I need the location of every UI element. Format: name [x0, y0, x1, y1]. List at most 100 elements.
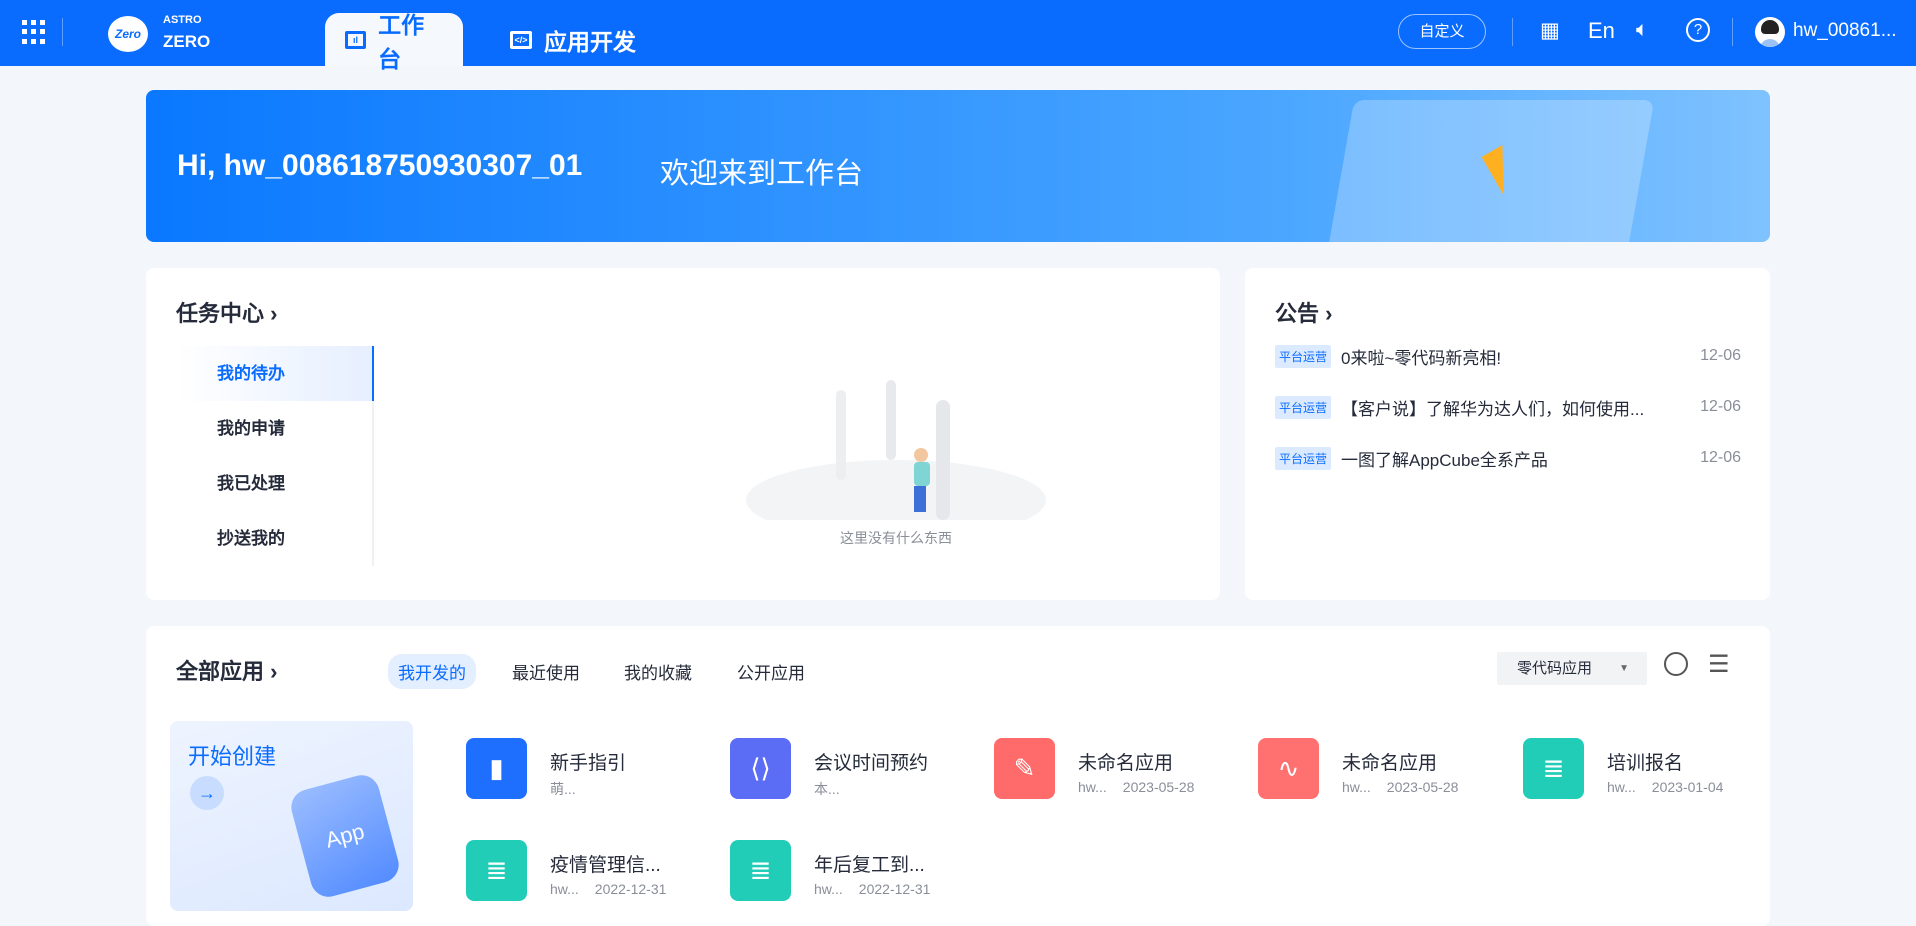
pulse-icon: ∿ — [1258, 738, 1319, 799]
divider — [62, 18, 63, 46]
app-name: 未命名应用 — [1342, 748, 1437, 775]
app-meta: 本... — [814, 779, 840, 799]
app-name: 培训报名 — [1607, 748, 1683, 775]
app-grid-icon[interactable] — [22, 20, 46, 44]
app-type-select[interactable]: 零代码应用 — [1497, 652, 1647, 685]
app-date: 2022-12-31 — [859, 881, 931, 897]
top-bar: Zero ASTRO ZERO ıl工作台 </>应用开发 自定义 ▦ En 🔈… — [0, 0, 1916, 66]
notice-card: 公告 › 平台运营0来啦~零代码新亮相!12-06 平台运营【客户说】了解华为达… — [1245, 268, 1770, 600]
tab-public[interactable]: 公开应用 — [727, 654, 815, 689]
app-item[interactable]: ⟨⟩ 会议时间预约 本... — [730, 738, 994, 800]
avatar[interactable] — [1755, 17, 1785, 47]
welcome-banner: Hi, hw_008618750930307_01 欢迎来到工作台 — [146, 90, 1770, 242]
greeting: Hi, hw_008618750930307_01 — [177, 149, 582, 183]
empty-illustration-icon — [746, 360, 1046, 520]
app-name: 未命名应用 — [1078, 748, 1173, 775]
app-owner: 萌... — [550, 781, 576, 797]
search-icon[interactable] — [1664, 652, 1688, 676]
app-meta: hw... 2022-12-31 — [550, 881, 666, 897]
tab-label: 工作台 — [378, 6, 443, 74]
chevron-right-icon: › — [270, 301, 277, 326]
tab-workbench[interactable]: ıl工作台 — [325, 13, 463, 66]
app-name: 年后复工到... — [814, 850, 925, 877]
app-date: 2022-12-31 — [595, 881, 667, 897]
task-center-card: 任务中心 › 我的待办 我的申请 我已处理 抄送我的 这里没有什么东西 — [146, 268, 1220, 600]
username[interactable]: hw_00861... — [1793, 20, 1897, 42]
logo-text-bottom: ZERO — [163, 32, 210, 52]
notice-tag: 平台运营 — [1275, 345, 1331, 368]
language-toggle[interactable]: En — [1588, 18, 1615, 44]
app-item[interactable]: ≣ 年后复工到... hw...2022-12-31 — [730, 840, 994, 902]
notice-item[interactable]: 平台运营【客户说】了解华为达人们，如何使用...12-06 — [1275, 395, 1741, 419]
notice-text: 0来啦~零代码新亮相! — [1341, 344, 1700, 369]
app-item[interactable]: ≣ 疫情管理信... hw... 2022-12-31 — [466, 840, 730, 902]
notice-date: 12-06 — [1700, 449, 1741, 467]
divider — [1732, 18, 1733, 46]
app-owner: hw... — [1078, 779, 1107, 795]
app-owner: hw... — [1607, 779, 1636, 795]
app-date: 2023-05-28 — [1387, 779, 1459, 795]
help-icon[interactable]: ? — [1686, 18, 1710, 42]
form-icon: ≣ — [730, 840, 791, 901]
tab-my-developed[interactable]: 我开发的 — [388, 654, 476, 689]
app-meta: 萌... — [550, 779, 576, 799]
app-owner: 本... — [814, 781, 840, 797]
app-item[interactable]: ≣ 培训报名 hw... 2023-01-04 — [1523, 738, 1787, 800]
empty-state: 这里没有什么东西 — [746, 360, 1046, 540]
syringe-icon: ✎ — [994, 738, 1055, 799]
app-date: 2023-05-28 — [1123, 779, 1195, 795]
start-create-label: 开始创建 — [188, 739, 276, 771]
tab-label: 应用开发 — [544, 23, 636, 57]
empty-text: 这里没有什么东西 — [746, 528, 1046, 548]
notice-tag: 平台运营 — [1275, 447, 1331, 470]
app-name: 新手指引 — [550, 748, 626, 775]
task-menu: 我的待办 我的申请 我已处理 抄送我的 — [176, 346, 374, 566]
logo[interactable]: Zero — [108, 16, 148, 52]
app-date: 2023-01-04 — [1652, 779, 1724, 795]
speaker-icon[interactable]: 🔈︎ — [1636, 18, 1649, 42]
task-menu-todo[interactable]: 我的待办 — [176, 346, 374, 401]
app-cube-illustration: App — [287, 771, 402, 901]
notice-title[interactable]: 公告 › — [1275, 296, 1332, 328]
app-item[interactable]: ▮ 新手指引 萌... — [466, 738, 730, 800]
customize-button[interactable]: 自定义 — [1398, 14, 1486, 49]
qrcode-icon[interactable]: ▦ — [1540, 18, 1560, 43]
app-name: 疫情管理信... — [550, 850, 661, 877]
sort-icon[interactable]: ☰ — [1708, 650, 1730, 679]
bookmark-icon: ▮ — [466, 738, 527, 799]
chevron-right-icon: › — [270, 659, 277, 684]
logo-text-top: ASTRO — [163, 14, 202, 26]
code-icon: ⟨⟩ — [730, 738, 791, 799]
notice-item[interactable]: 平台运营 0来啦~零代码新亮相!12-06 — [1275, 344, 1741, 368]
form-icon: ≣ — [1523, 738, 1584, 799]
all-apps-title[interactable]: 全部应用 › — [176, 654, 277, 686]
monitor-chart-icon: ıl — [345, 31, 366, 49]
notice-text: 一图了解AppCube全系产品 — [1341, 446, 1700, 471]
task-menu-applications[interactable]: 我的申请 — [176, 401, 374, 456]
title-text: 公告 — [1275, 301, 1319, 326]
arrow-right-icon[interactable]: → — [190, 776, 224, 810]
task-menu-processed[interactable]: 我已处理 — [176, 456, 374, 511]
tab-recent[interactable]: 最近使用 — [502, 654, 590, 689]
tab-app-dev[interactable]: </>应用开发 — [490, 13, 656, 66]
app-meta: hw...2022-12-31 — [814, 881, 930, 897]
notice-tag: 平台运营 — [1275, 396, 1331, 419]
task-menu-cc[interactable]: 抄送我的 — [176, 511, 374, 566]
notice-date: 12-06 — [1700, 347, 1741, 365]
task-center-title[interactable]: 任务中心 › — [176, 296, 277, 328]
chevron-right-icon: › — [1325, 301, 1332, 326]
notice-item[interactable]: 平台运营一图了解AppCube全系产品12-06 — [1275, 446, 1741, 470]
welcome-text: 欢迎来到工作台 — [660, 150, 863, 192]
app-meta: hw... 2023-05-28 — [1078, 779, 1194, 795]
app-owner: hw... — [1342, 779, 1371, 795]
app-owner: hw... — [550, 881, 579, 897]
start-create-card[interactable]: 开始创建 → App — [170, 721, 413, 911]
app-meta: hw... 2023-01-04 — [1607, 779, 1723, 795]
form-icon: ≣ — [466, 840, 527, 901]
title-text: 全部应用 — [176, 659, 264, 684]
notice-text: 【客户说】了解华为达人们，如何使用... — [1341, 395, 1700, 420]
app-item[interactable]: ∿ 未命名应用 hw... 2023-05-28 — [1258, 738, 1522, 800]
tab-favorites[interactable]: 我的收藏 — [614, 654, 702, 689]
app-item[interactable]: ✎ 未命名应用 hw... 2023-05-28 — [994, 738, 1258, 800]
app-meta: hw... 2023-05-28 — [1342, 779, 1458, 795]
